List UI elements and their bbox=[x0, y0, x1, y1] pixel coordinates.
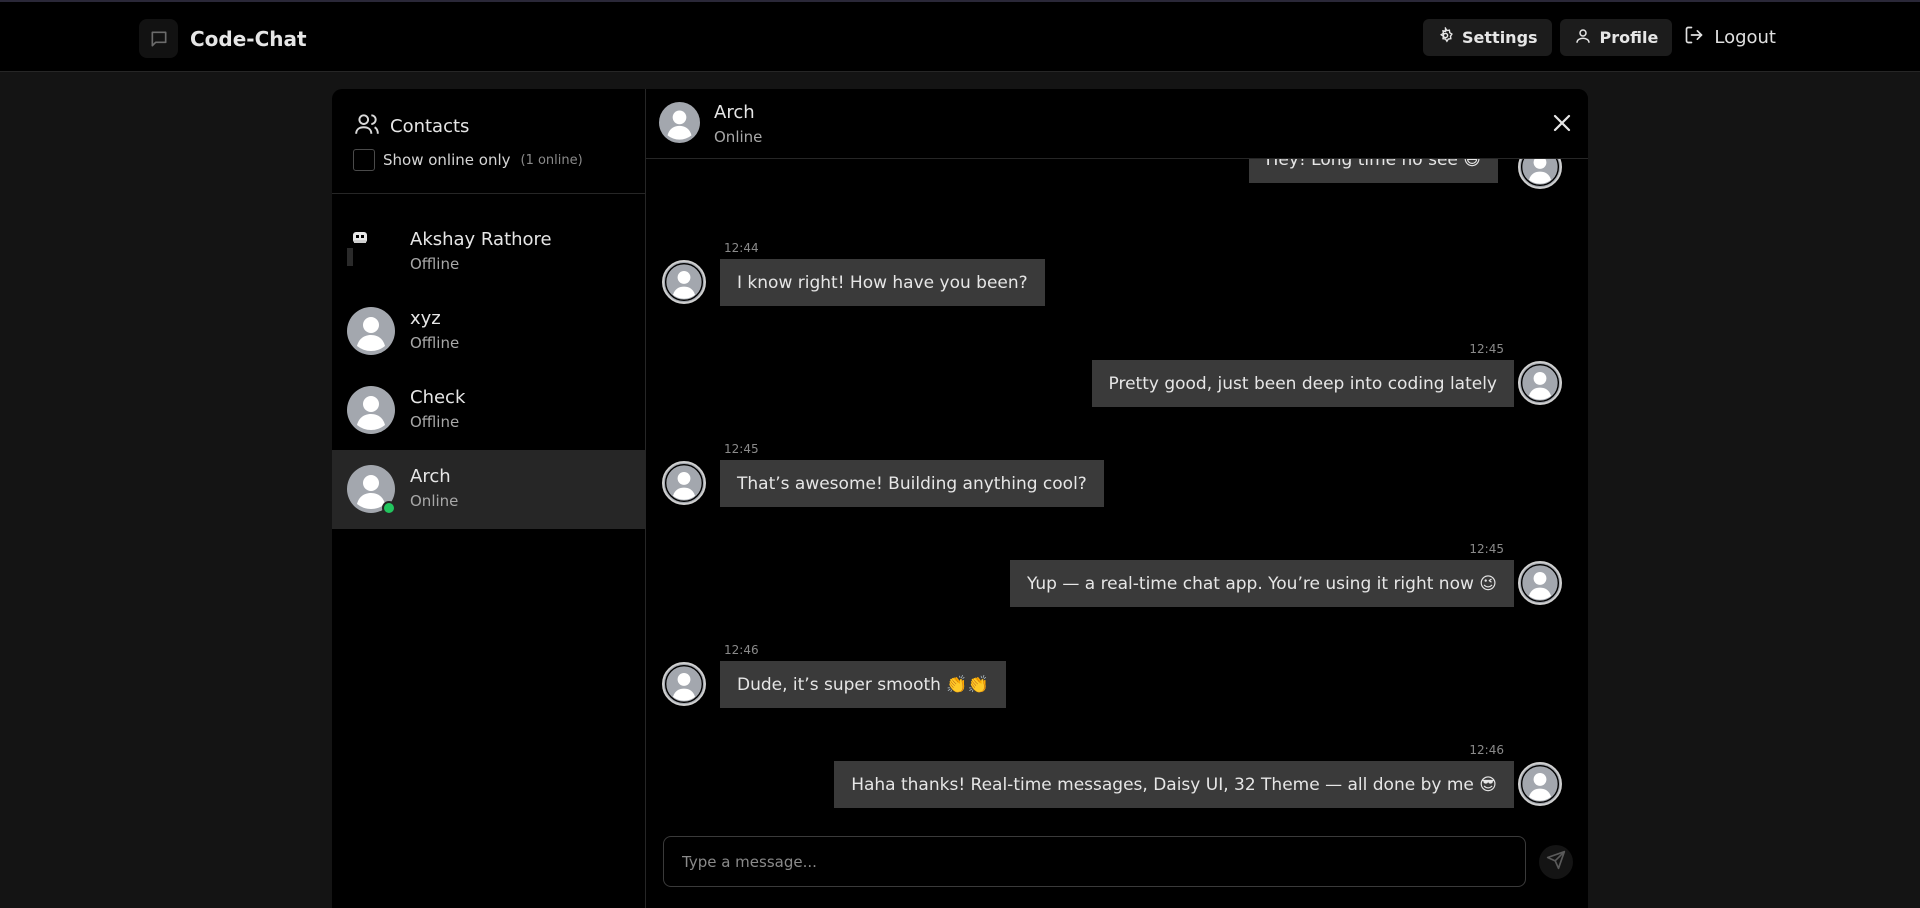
nav-actions: Settings Profile Logout bbox=[1423, 19, 1780, 56]
users-icon bbox=[354, 111, 380, 142]
contact-status: Offline bbox=[410, 255, 460, 273]
avatar bbox=[662, 662, 706, 706]
message-time: 12:46 bbox=[724, 643, 759, 657]
avatar bbox=[1518, 361, 1562, 405]
message-bubble: I know right! How have you been? bbox=[720, 259, 1045, 306]
chat-contact-name: Arch bbox=[714, 102, 755, 123]
message-received: 12:46 Dude, it’s super smooth 👏👏 bbox=[646, 641, 1588, 741]
message-time: 12:45 bbox=[1469, 342, 1504, 356]
show-online-label[interactable]: Show online only bbox=[383, 151, 511, 169]
contacts-label: Contacts bbox=[390, 116, 470, 137]
chat-panel: Contacts Show online only (1 online) Aks… bbox=[332, 89, 1588, 908]
message-input[interactable] bbox=[663, 836, 1526, 887]
message-sent: 12:46 Haha thanks! Real-time messages, D… bbox=[646, 741, 1588, 819]
online-filter: Show online only (1 online) bbox=[353, 149, 583, 171]
logout-label: Logout bbox=[1714, 27, 1776, 48]
message-bubble: Dude, it’s super smooth 👏👏 bbox=[720, 661, 1006, 708]
avatar bbox=[659, 102, 700, 143]
send-button[interactable] bbox=[1539, 845, 1573, 879]
contact-list: Akshay Rathore Offline xyz Offline Check… bbox=[332, 213, 646, 529]
contact-item-selected[interactable]: Arch Online bbox=[332, 450, 646, 529]
user-icon bbox=[1574, 27, 1592, 49]
message-text: I know right! How have you been? bbox=[737, 272, 1028, 293]
brand[interactable]: Code-Chat bbox=[139, 19, 307, 58]
message-composer bbox=[646, 819, 1588, 908]
message-bubble: Hey! Long time no see 😄 bbox=[1248, 159, 1498, 183]
message-sent: 12:45 Pretty good, just been deep into c… bbox=[646, 340, 1588, 440]
online-indicator bbox=[382, 501, 396, 515]
message-text: Yup — a real-time chat app. You’re using… bbox=[1026, 573, 1497, 594]
message-sent: Hey! Long time no see 😄 bbox=[646, 159, 1588, 199]
chat-contact-status: Online bbox=[714, 128, 763, 146]
logout-icon bbox=[1684, 25, 1704, 50]
avatar bbox=[1518, 762, 1562, 806]
message-received: 12:44 I know right! How have you been? bbox=[646, 239, 1588, 339]
message-text: Pretty good, just been deep into coding … bbox=[1108, 373, 1497, 394]
send-icon bbox=[1546, 850, 1566, 874]
message-received: 12:45 That’s awesome! Building anything … bbox=[646, 440, 1588, 540]
message-text: Hey! Long time no see 😄 bbox=[1265, 159, 1481, 170]
contact-status: Online bbox=[410, 492, 459, 510]
message-text: That’s awesome! Building anything cool? bbox=[737, 473, 1087, 494]
avatar bbox=[1518, 159, 1562, 189]
contact-name: Arch bbox=[410, 466, 451, 487]
avatar bbox=[1518, 561, 1562, 605]
chat-bubble-icon bbox=[139, 19, 178, 58]
message-list: Hey! Long time no see 😄 12:44 I know rig… bbox=[646, 159, 1588, 819]
avatar bbox=[347, 386, 395, 434]
message-bubble: Pretty good, just been deep into coding … bbox=[1091, 360, 1514, 407]
avatar bbox=[347, 307, 395, 355]
contacts-sidebar: Contacts Show online only (1 online) Aks… bbox=[332, 89, 646, 908]
contact-item[interactable]: xyz Offline bbox=[332, 292, 646, 371]
contacts-title: Contacts bbox=[354, 111, 469, 142]
settings-label: Settings bbox=[1462, 28, 1538, 47]
chat-area: Arch Online Hey! Long time no see 😄 12:4… bbox=[646, 89, 1588, 908]
contact-name: xyz bbox=[410, 308, 441, 329]
message-bubble: Haha thanks! Real-time messages, Daisy U… bbox=[834, 761, 1514, 808]
show-online-checkbox[interactable] bbox=[353, 149, 375, 171]
online-count: (1 online) bbox=[520, 152, 583, 168]
app-name: Code-Chat bbox=[190, 26, 307, 51]
close-icon[interactable] bbox=[1550, 111, 1574, 135]
contact-status: Offline bbox=[410, 413, 460, 431]
logout-button[interactable]: Logout bbox=[1680, 19, 1780, 56]
message-time: 12:45 bbox=[1469, 542, 1504, 556]
contact-item[interactable]: Akshay Rathore Offline bbox=[332, 213, 646, 292]
contact-item[interactable]: Check Offline bbox=[332, 371, 646, 450]
avatar bbox=[662, 260, 706, 304]
contact-name: Akshay Rathore bbox=[410, 229, 552, 250]
profile-label: Profile bbox=[1599, 28, 1659, 47]
contact-status: Offline bbox=[410, 334, 460, 352]
message-time: 12:46 bbox=[1469, 743, 1504, 757]
message-text: Dude, it’s super smooth 👏👏 bbox=[737, 674, 989, 695]
gear-icon bbox=[1437, 26, 1454, 48]
chat-header: Arch Online bbox=[646, 89, 1588, 159]
message-bubble: That’s awesome! Building anything cool? bbox=[720, 460, 1104, 507]
contact-name: Check bbox=[410, 387, 466, 408]
profile-button[interactable]: Profile bbox=[1559, 19, 1673, 56]
message-time: 12:44 bbox=[724, 241, 759, 255]
avatar bbox=[662, 461, 706, 505]
message-text: Haha thanks! Real-time messages, Daisy U… bbox=[851, 774, 1497, 795]
settings-button[interactable]: Settings bbox=[1423, 19, 1552, 56]
contacts-header: Contacts Show online only (1 online) bbox=[332, 89, 645, 194]
avatar bbox=[347, 228, 395, 276]
message-time: 12:45 bbox=[724, 442, 759, 456]
navbar: Code-Chat Settings Profile Logout bbox=[0, 2, 1920, 72]
message-bubble: Yup — a real-time chat app. You’re using… bbox=[1009, 560, 1514, 607]
message-sent: 12:45 Yup — a real-time chat app. You’re… bbox=[646, 540, 1588, 640]
